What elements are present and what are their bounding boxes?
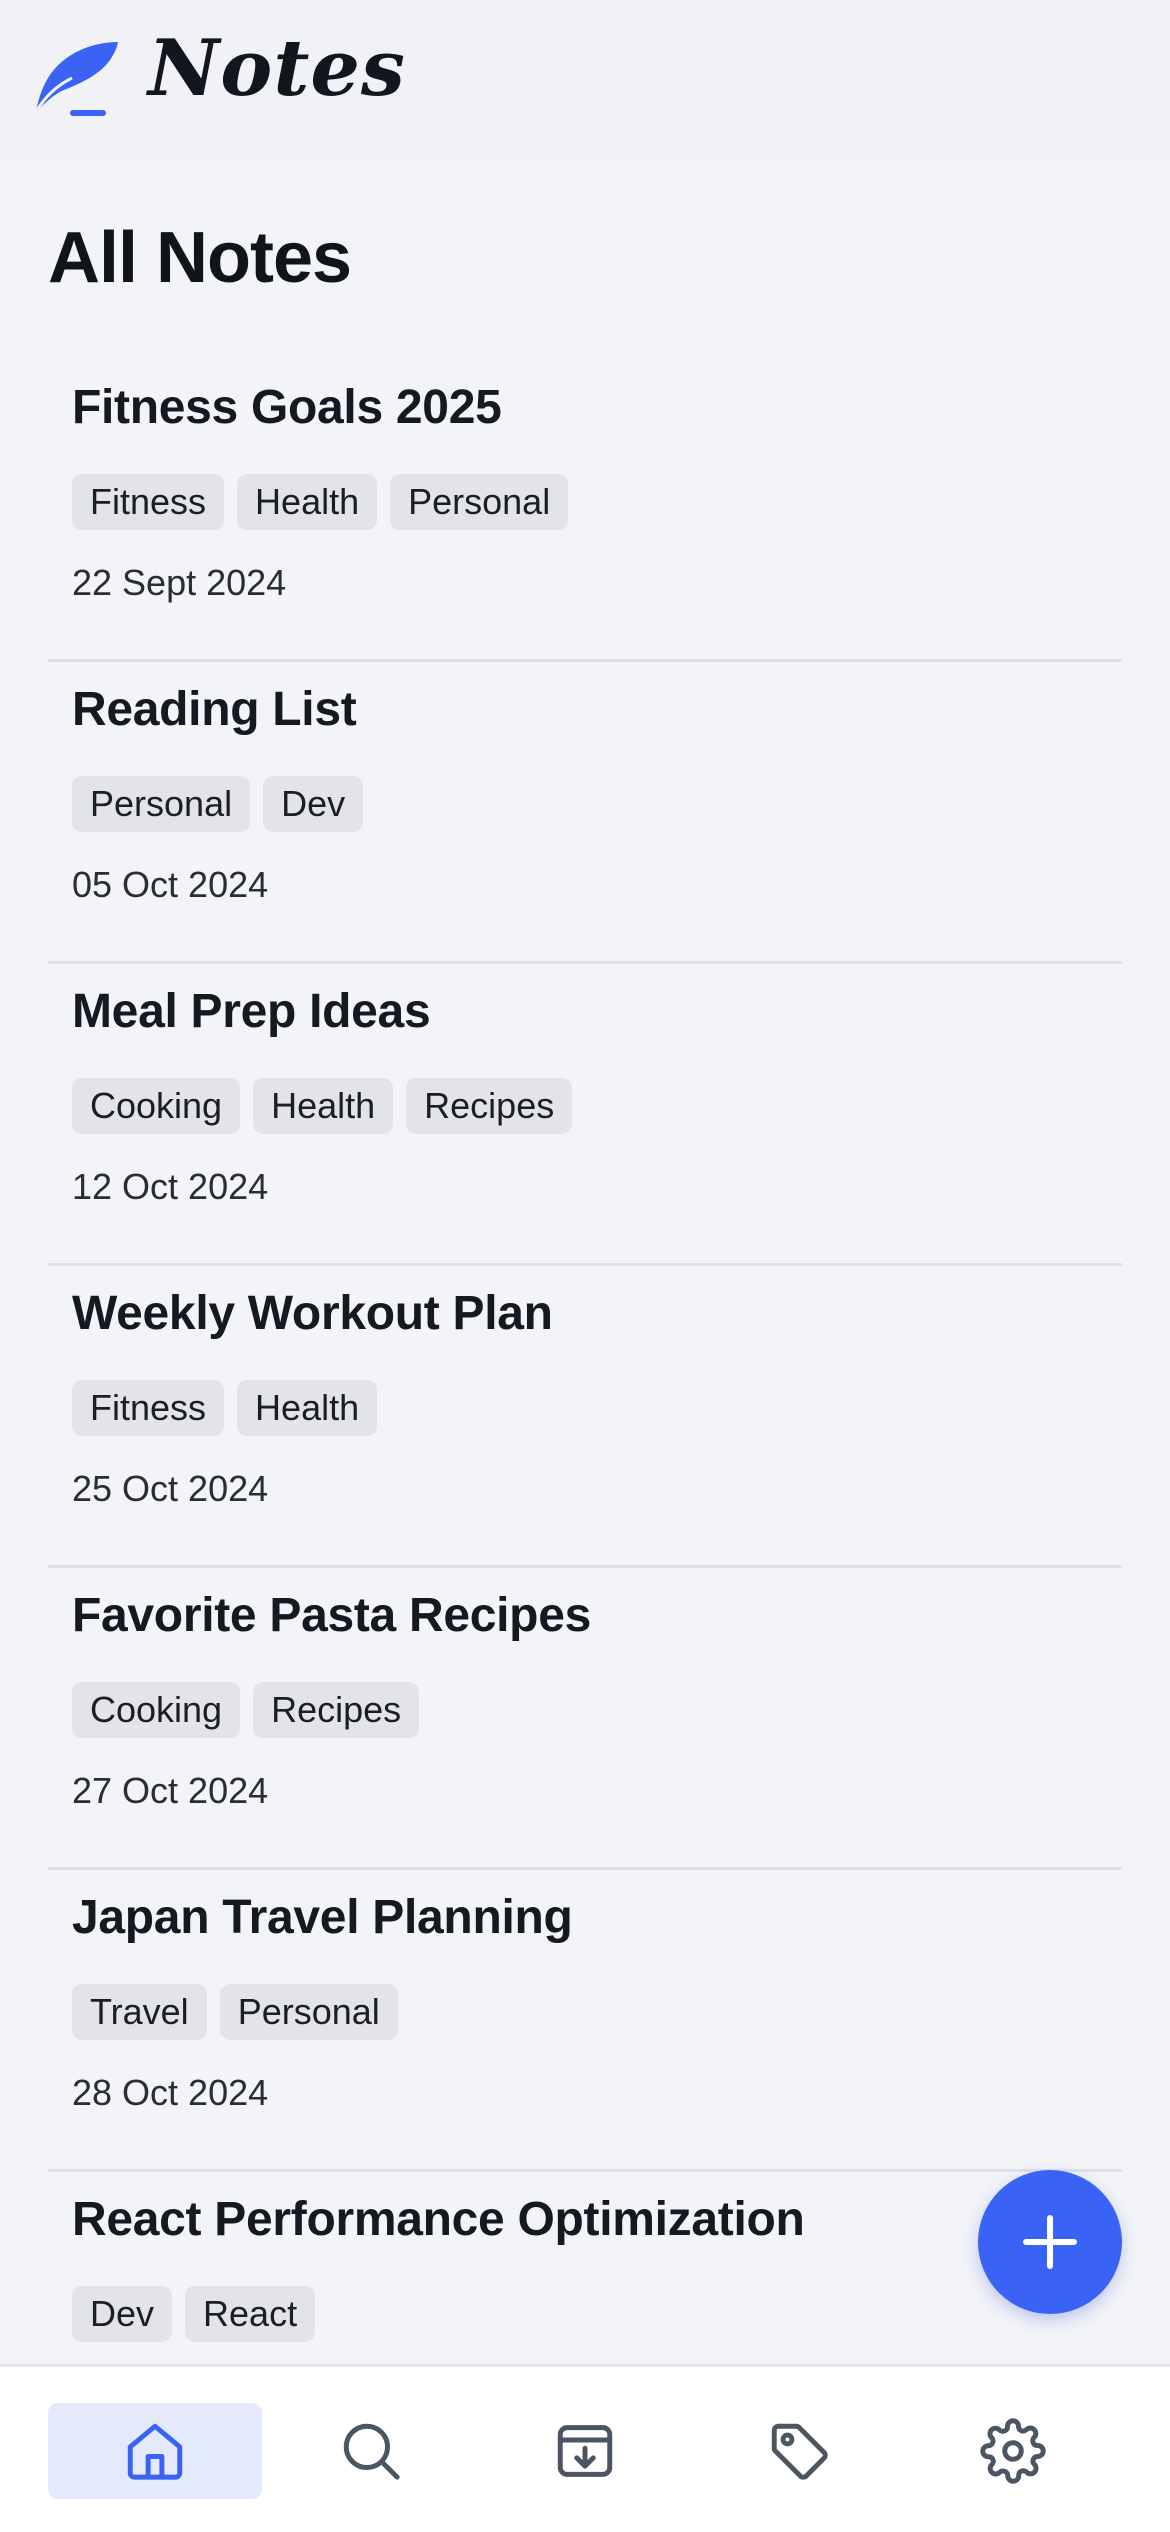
bottom-nav-bar (0, 2364, 1170, 2532)
add-note-button[interactable] (978, 2170, 1122, 2314)
note-list-item[interactable]: Meal Prep Ideas Cooking Health Recipes 1… (48, 964, 1122, 1266)
note-list-item[interactable]: Favorite Pasta Recipes Cooking Recipes 2… (48, 1568, 1122, 1870)
tag-chip: Travel (72, 1984, 207, 2040)
note-tags: Travel Personal (72, 1984, 398, 2040)
tag-chip: Personal (72, 776, 251, 832)
app-name: Notes (148, 23, 406, 114)
tag-chip: Fitness (72, 1380, 225, 1436)
tag-chip: React (185, 2286, 316, 2342)
nav-search-tab[interactable] (264, 2403, 478, 2499)
tag-chip: Cooking (72, 1682, 241, 1738)
note-tags: Fitness Health Personal (72, 474, 569, 530)
nav-archive-tab[interactable] (478, 2403, 692, 2499)
note-date: 05 Oct 2024 (72, 864, 269, 905)
note-list-item[interactable]: Fitness Goals 2025 Fitness Health Person… (48, 360, 1122, 662)
note-title: Japan Travel Planning (72, 1891, 573, 1944)
tag-chip: Fitness (72, 474, 225, 530)
page-title: All Notes (48, 218, 352, 298)
note-date: 12 Oct 2024 (72, 1166, 269, 1207)
note-tags: Cooking Health Recipes (72, 1078, 573, 1134)
note-date: 27 Oct 2024 (72, 1770, 269, 1811)
tag-chip: Health (253, 1078, 394, 1134)
tag-chip: Health (237, 474, 378, 530)
tag-chip: Personal (219, 1984, 398, 2040)
note-list-item[interactable]: Japan Travel Planning Travel Personal 28… (48, 1870, 1122, 2172)
tag-chip: Personal (390, 474, 569, 530)
note-title: Meal Prep Ideas (72, 985, 431, 1038)
settings-icon (980, 2418, 1046, 2484)
note-title: Weekly Workout Plan (72, 1287, 553, 1340)
tag-icon (771, 2423, 828, 2480)
note-title: Reading List (72, 683, 357, 736)
note-title: React Performance Optimization (72, 2193, 805, 2246)
search-icon (343, 2423, 400, 2480)
nav-home-tab[interactable] (48, 2403, 262, 2499)
note-date: 25 Oct 2024 (72, 1468, 269, 1509)
tag-chip: Recipes (253, 1682, 420, 1738)
note-title: Fitness Goals 2025 (72, 381, 502, 434)
home-icon (127, 2423, 183, 2480)
app-header: Notes (0, 0, 1170, 160)
note-tags: Dev React (72, 2286, 316, 2342)
note-list-item[interactable]: Reading List Personal Dev 05 Oct 2024 (48, 662, 1122, 964)
archive-icon (557, 2425, 613, 2477)
feather-pen-logo-icon (34, 42, 118, 116)
note-list-item[interactable]: Weekly Workout Plan Fitness Health 25 Oc… (48, 1266, 1122, 1568)
plus-icon (1023, 2215, 1077, 2269)
tag-chip: Dev (263, 776, 364, 832)
notes-list: Fitness Goals 2025 Fitness Health Person… (48, 360, 1122, 2474)
tag-chip: Cooking (72, 1078, 241, 1134)
tag-chip: Recipes (406, 1078, 573, 1134)
note-tags: Fitness Health (72, 1380, 378, 1436)
note-tags: Cooking Recipes (72, 1682, 420, 1738)
note-tags: Personal Dev (72, 776, 364, 832)
nav-settings-tab[interactable] (906, 2403, 1120, 2499)
note-date: 28 Oct 2024 (72, 2072, 269, 2113)
tag-chip: Health (237, 1380, 378, 1436)
tag-chip: Dev (72, 2286, 173, 2342)
note-date: 22 Sept 2024 (72, 562, 287, 603)
note-title: Favorite Pasta Recipes (72, 1589, 591, 1642)
nav-tags-tab[interactable] (692, 2403, 906, 2499)
